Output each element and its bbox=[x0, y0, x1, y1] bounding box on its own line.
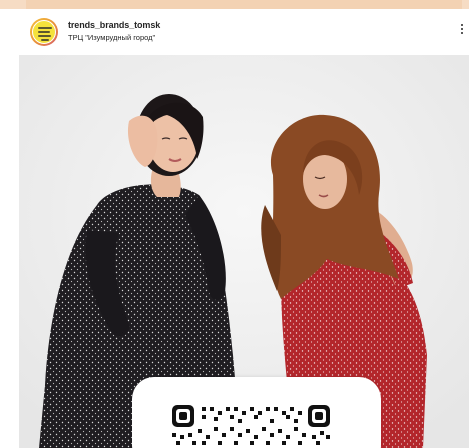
qr-code-icon bbox=[172, 405, 330, 445]
username[interactable]: trends_brands_tomsk bbox=[68, 20, 160, 30]
top-strip bbox=[0, 0, 469, 9]
post-header: trends_brands_tomsk ТРЦ "Изумрудный горо… bbox=[19, 9, 469, 55]
qr-code-card[interactable] bbox=[132, 377, 381, 448]
location-tag[interactable]: ТРЦ "Изумрудный город" bbox=[68, 33, 155, 42]
avatar-logo-icon bbox=[32, 20, 56, 44]
instagram-post: trends_brands_tomsk ТРЦ "Изумрудный горо… bbox=[19, 9, 469, 448]
avatar[interactable] bbox=[30, 18, 58, 46]
post-photo[interactable] bbox=[19, 55, 469, 448]
more-options-icon[interactable] bbox=[455, 19, 469, 39]
